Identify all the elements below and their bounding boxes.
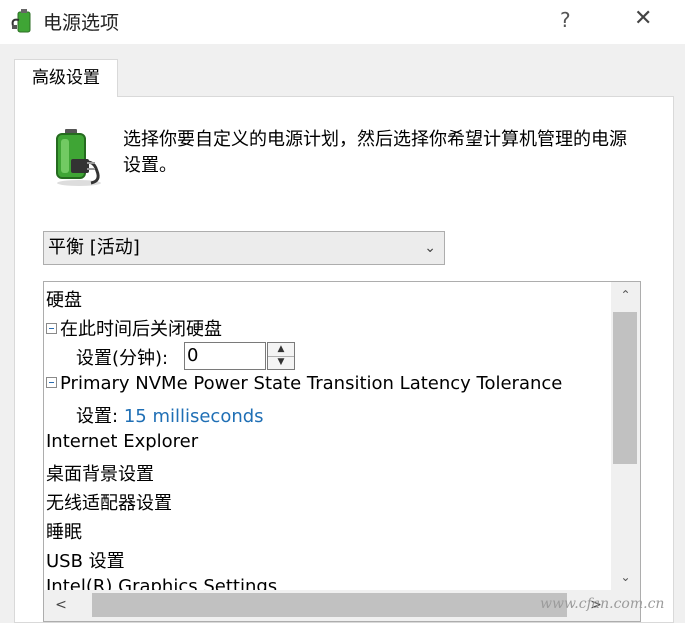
minutes-input[interactable]: 0	[184, 342, 266, 370]
nvme-setting-value[interactable]: 15 milliseconds	[124, 406, 264, 427]
power-plan-selected: 平衡 [活动]	[48, 237, 140, 258]
tree-item-intel-graphics[interactable]: Intel(R) Graphics Settings	[46, 576, 277, 590]
tree-item-sleep[interactable]: 睡眠	[46, 518, 82, 544]
help-button[interactable]: ?	[560, 8, 571, 32]
horizontal-scrollbar[interactable]: < >	[44, 590, 611, 621]
scroll-up-icon[interactable]: ⌃	[611, 282, 640, 308]
tree-item-desktop-background[interactable]: 桌面背景设置	[46, 460, 154, 486]
watermark: www.cfan.com.cn	[540, 596, 665, 612]
window-title: 电源选项	[43, 12, 120, 34]
power-options-icon	[11, 9, 31, 33]
horizontal-scroll-thumb[interactable]	[92, 593, 567, 617]
collapse-icon[interactable]	[46, 322, 57, 334]
scroll-down-icon[interactable]: ⌄	[611, 564, 640, 590]
settings-panel: 选择你要自定义的电源计划，然后选择你希望计算机管理的电源设置。 平衡 [活动] …	[14, 96, 674, 623]
vertical-scroll-thumb[interactable]	[613, 312, 637, 464]
tab-advanced-settings[interactable]: 高级设置	[14, 59, 118, 97]
tree-item-nvme-setting: 设置: 15 milliseconds	[76, 406, 264, 427]
minutes-stepper[interactable]: ▲ ▼	[267, 342, 295, 370]
spin-down-icon[interactable]: ▼	[268, 356, 294, 369]
title-bar: 电源选项 ? ✕	[0, 0, 685, 44]
tree-item-usb-settings[interactable]: USB 设置	[46, 547, 125, 573]
vertical-scrollbar[interactable]: ⌃ ⌄	[611, 282, 640, 590]
spin-up-icon[interactable]: ▲	[268, 343, 294, 357]
scroll-left-icon[interactable]: <	[46, 590, 76, 621]
dialog-content: 高级设置 选择你要自定义的电源计划，然后选择你希望计算机管理的电源设置。 平衡 …	[0, 44, 685, 623]
tree-item-nvme-latency[interactable]: Primary NVMe Power State Transition Late…	[46, 373, 562, 394]
collapse-icon[interactable]	[46, 376, 57, 388]
power-plan-dropdown[interactable]: 平衡 [活动] ⌄	[43, 231, 445, 265]
description-text: 选择你要自定义的电源计划，然后选择你希望计算机管理的电源设置。	[123, 129, 627, 176]
tree-content: 硬盘 在此时间后关闭硬盘 设置(分钟): 0 ▲ ▼ Primary NVMe …	[44, 282, 611, 590]
tree-item-wireless-adapter[interactable]: 无线适配器设置	[46, 489, 172, 515]
close-button[interactable]: ✕	[634, 6, 652, 31]
tree-item-hard-disk[interactable]: 硬盘	[46, 286, 82, 312]
tree-item-minutes-setting: 设置(分钟): 0 ▲ ▼	[76, 342, 376, 370]
settings-tree[interactable]: 硬盘 在此时间后关闭硬盘 设置(分钟): 0 ▲ ▼ Primary NVMe …	[43, 281, 641, 622]
battery-plug-icon	[56, 129, 101, 186]
chevron-down-icon: ⌄	[424, 240, 436, 256]
tree-item-turn-off-disk[interactable]: 在此时间后关闭硬盘	[46, 315, 222, 341]
tree-item-internet-explorer[interactable]: Internet Explorer	[46, 431, 198, 452]
